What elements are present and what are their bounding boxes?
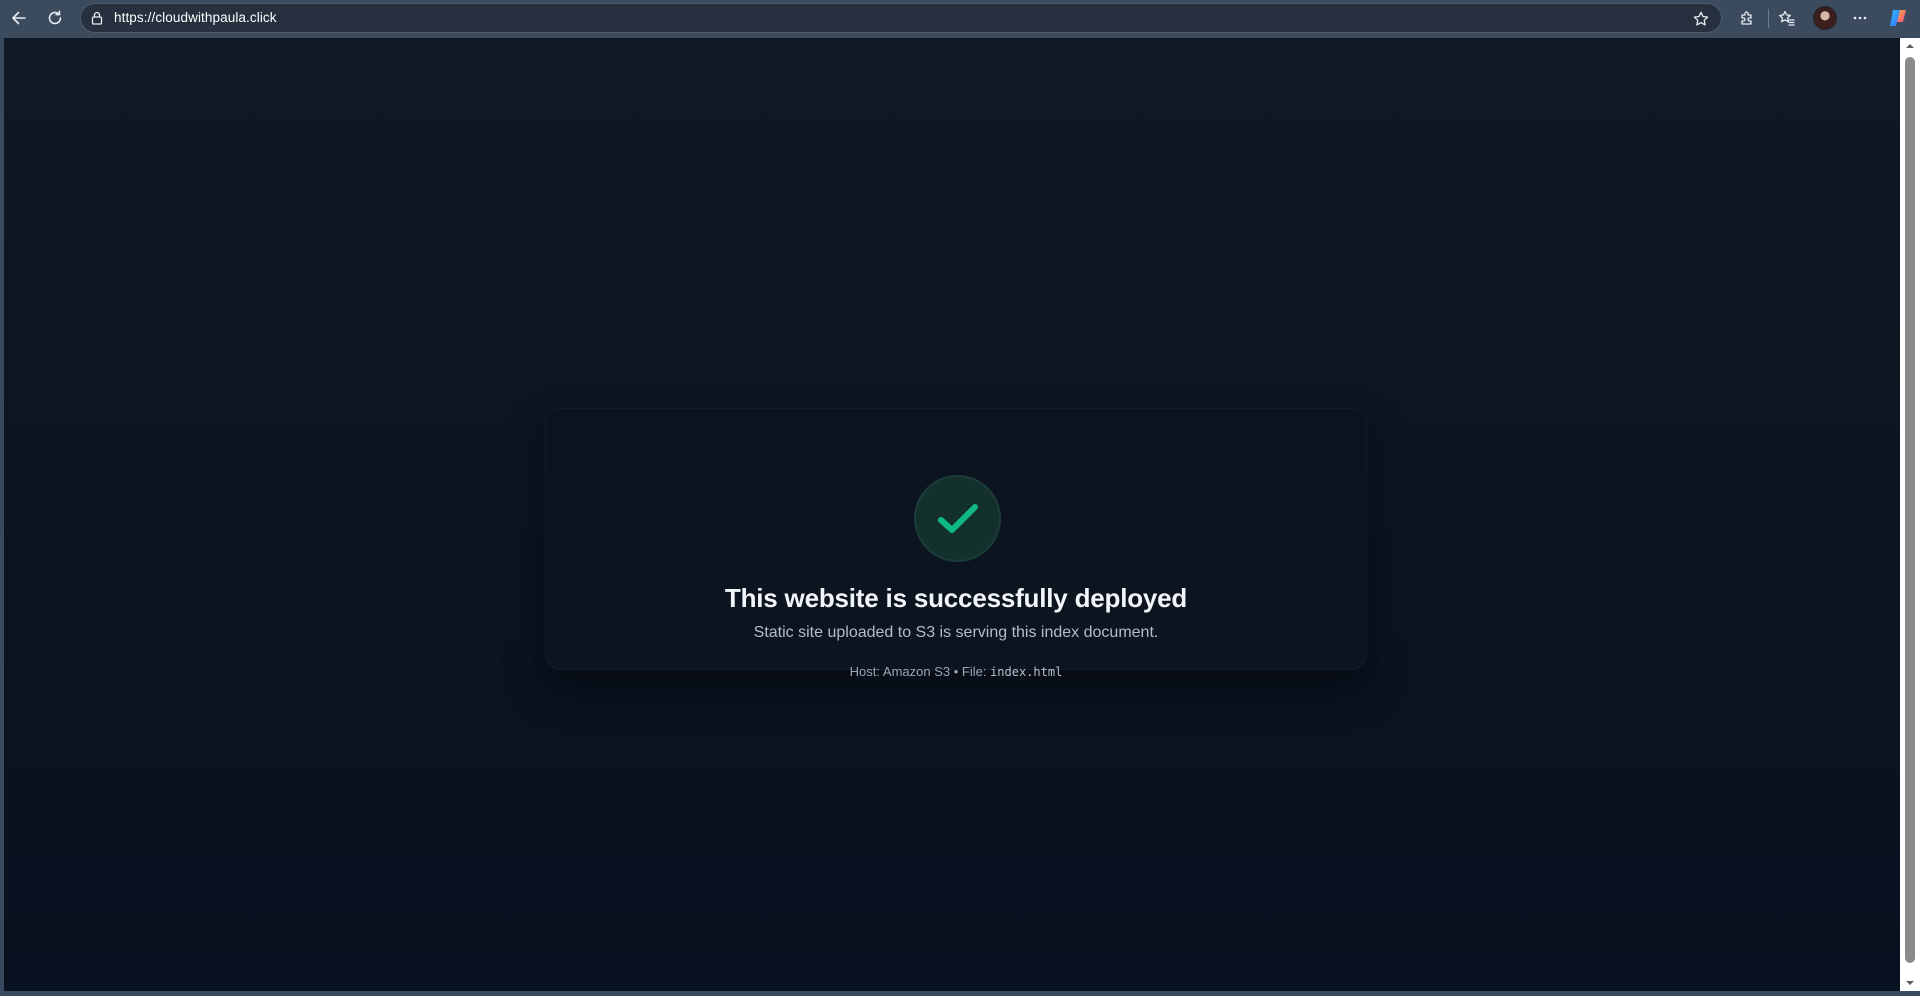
more-icon bbox=[1853, 16, 1867, 20]
file-name: index.html bbox=[990, 665, 1063, 679]
scroll-down-button[interactable] bbox=[1900, 975, 1920, 991]
copilot-button[interactable] bbox=[1884, 4, 1912, 32]
page-subtitle: Static site uploaded to S3 is serving th… bbox=[753, 624, 1159, 641]
copilot-icon bbox=[1890, 10, 1906, 26]
profile-avatar[interactable] bbox=[1813, 6, 1837, 30]
deployment-card: This website is successfully deployed St… bbox=[545, 408, 1367, 679]
puzzle-icon bbox=[1741, 11, 1752, 25]
toolbar-divider bbox=[1768, 9, 1769, 28]
success-badge bbox=[914, 475, 1001, 562]
checkmark-icon bbox=[937, 503, 978, 533]
scroll-thumb[interactable] bbox=[1905, 57, 1915, 963]
back-arrow-icon bbox=[12, 11, 26, 25]
scroll-up-button[interactable] bbox=[1900, 38, 1920, 54]
scroll-down-arrow-icon bbox=[1906, 981, 1914, 985]
address-bar[interactable]: https://cloudwithpaula.click bbox=[80, 3, 1722, 33]
refresh-icon bbox=[48, 10, 62, 25]
more-button[interactable] bbox=[1846, 4, 1874, 32]
lock-icon[interactable] bbox=[89, 10, 105, 26]
host-file-label: Host: Amazon S3 • File: bbox=[849, 664, 991, 679]
favorites-button[interactable] bbox=[1773, 4, 1801, 32]
add-favorite-button[interactable] bbox=[1687, 5, 1715, 33]
star-icon bbox=[1693, 11, 1709, 26]
back-button[interactable] bbox=[5, 4, 33, 32]
page-title: This website is successfully deployed bbox=[724, 583, 1188, 613]
scroll-up-arrow-icon bbox=[1906, 44, 1914, 48]
url-text[interactable]: https://cloudwithpaula.click bbox=[114, 10, 277, 25]
vertical-scrollbar[interactable] bbox=[1900, 38, 1920, 991]
window-frame-bottom bbox=[0, 991, 1920, 996]
extensions-button[interactable] bbox=[1733, 4, 1761, 32]
browser-toolbar: https://cloudwithpaula.click bbox=[0, 0, 1920, 37]
refresh-button[interactable] bbox=[41, 4, 69, 32]
favorites-icon bbox=[1779, 10, 1795, 26]
deployment-meta: Host: Amazon S3 • File: index.html bbox=[546, 664, 1366, 679]
page-viewport: This website is successfully deployed St… bbox=[4, 38, 1900, 991]
